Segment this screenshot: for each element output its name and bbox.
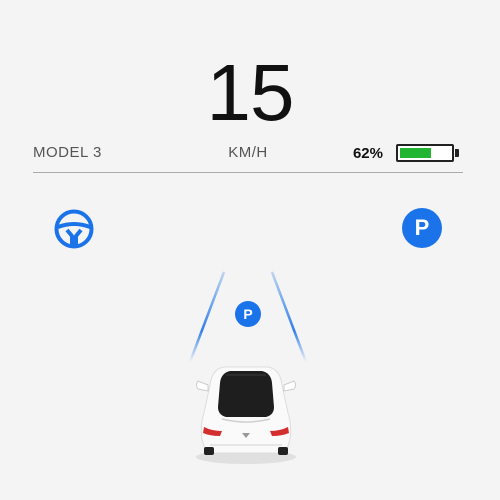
lane-line-right <box>270 271 308 363</box>
car-model <box>196 366 296 464</box>
parking-spot-marker: P <box>235 301 261 327</box>
lane-line-left <box>188 271 226 363</box>
